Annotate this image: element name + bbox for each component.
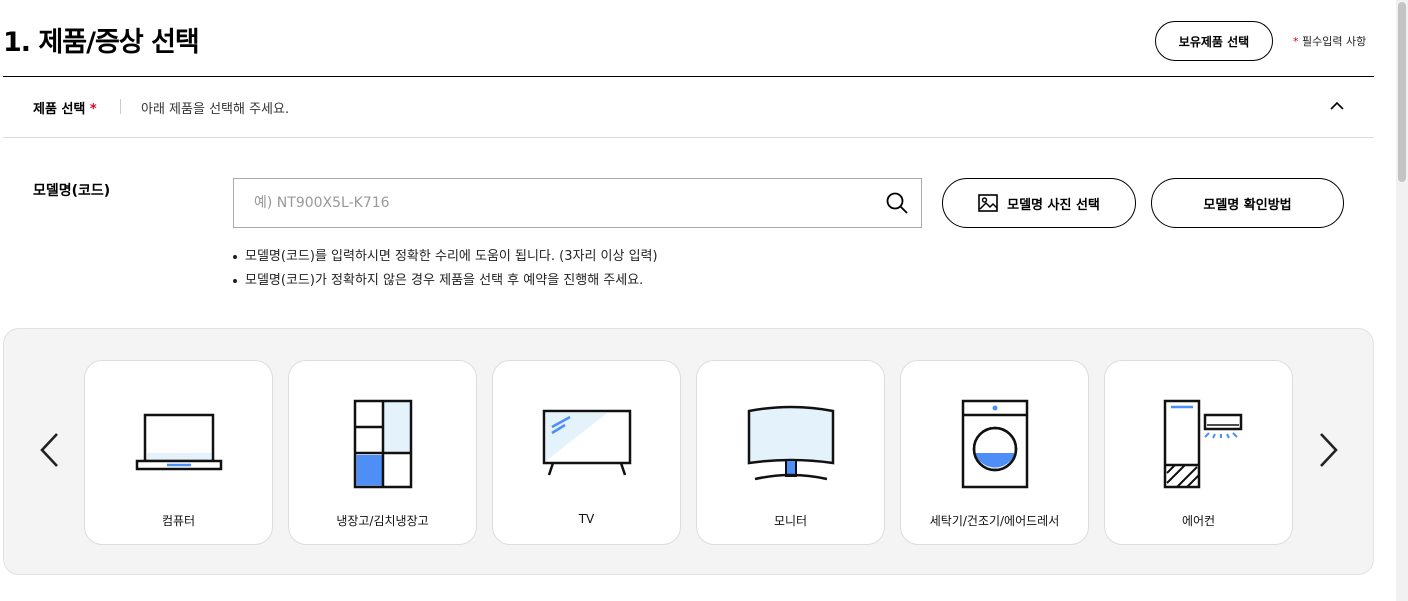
model-notes: 모델명(코드)를 입력하시면 정확한 수리에 도움이 됩니다. (3자리 이상 … [233,245,658,293]
air-conditioner-icon [1163,399,1243,489]
required-note-text: 필수입력 사항 [1298,35,1367,48]
product-required-star: * [89,102,97,117]
refrigerator-icon [353,399,413,489]
model-howto-button[interactable]: 모델명 확인방법 [1151,178,1344,228]
scrollbar[interactable] [1396,0,1408,601]
tv-icon [542,409,632,476]
section-divider [120,99,121,114]
model-label: 모델명(코드) [33,183,111,199]
category-label: TV [578,512,595,526]
model-note: 모델명(코드)가 정확하지 않은 경우 제품을 선택 후 예약을 진행해 주세요… [233,269,658,293]
category-label: 에어컨 [1181,514,1216,528]
chevron-left-icon[interactable] [37,431,61,469]
page-title: 1. 제품/증상 선택 [3,27,200,58]
product-carousel: 컴퓨터 냉장고/김치냉장고 TV 모니터 세탁기/건조기/에어드레서 에어컨 [3,328,1374,575]
category-card-monitor[interactable]: 모니터 [696,360,885,545]
image-icon [978,194,998,212]
product-section-hint: 아래 제품을 선택해 주세요. [141,102,290,117]
chevron-right-icon[interactable] [1317,431,1341,469]
model-search-input[interactable] [254,179,854,227]
scrollbar-thumb[interactable] [1398,2,1406,182]
owned-product-button[interactable]: 보유제품 선택 [1155,21,1273,61]
category-label: 냉장고/김치냉장고 [336,514,429,528]
category-label: 컴퓨터 [161,514,196,528]
model-photo-button-label: 모델명 사진 선택 [1007,197,1100,213]
product-section-header[interactable]: 제품 선택 * 아래 제품을 선택해 주세요. [3,77,1374,138]
category-label: 모니터 [773,514,808,528]
model-photo-button[interactable]: 모델명 사진 선택 [942,178,1136,228]
category-label: 세탁기/건조기/에어드레서 [929,514,1060,528]
category-card-computer[interactable]: 컴퓨터 [84,360,273,545]
model-search-box [233,178,922,228]
category-card-refrigerator[interactable]: 냉장고/김치냉장고 [288,360,477,545]
category-card-tv[interactable]: TV [492,360,681,545]
category-card-washer[interactable]: 세탁기/건조기/에어드레서 [900,360,1089,545]
laptop-icon [135,413,223,471]
product-section-label-text: 제품 선택 [33,102,86,117]
category-card-air-conditioner[interactable]: 에어컨 [1104,360,1293,545]
washing-machine-icon [961,399,1029,489]
product-section-label: 제품 선택 * [33,98,97,117]
required-note: * 필수입력 사항 [1293,33,1366,49]
search-icon[interactable] [885,191,909,215]
monitor-icon [747,405,835,481]
chevron-up-icon[interactable] [1328,97,1346,115]
model-note: 모델명(코드)를 입력하시면 정확한 수리에 도움이 됩니다. (3자리 이상 … [233,245,658,269]
